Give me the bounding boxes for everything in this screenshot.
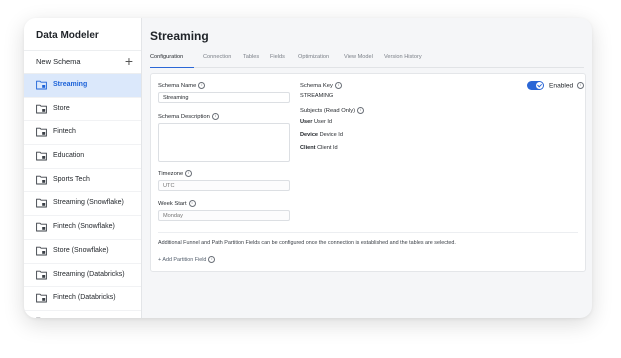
tab-tables[interactable]: Tables	[243, 54, 259, 60]
subject-value: Device Id	[319, 132, 343, 138]
tab-configuration[interactable]: Configuration	[150, 54, 183, 60]
sidebar-item-label: Streaming (Databricks)	[53, 270, 125, 278]
info-icon[interactable]: i	[357, 107, 365, 114]
enabled-toggle[interactable]	[527, 81, 544, 90]
schema-folder-icon	[36, 246, 47, 256]
schema-description-label: Schema Description i	[158, 113, 219, 120]
enabled-label: Enabled i	[549, 82, 585, 90]
data-modeler-window: Data Modeler New Schema + Streaming Store…	[24, 18, 592, 318]
schema-list: Streaming Store Fintech Education Sports Tec…	[24, 74, 141, 318]
sidebar-item[interactable]: Education	[24, 145, 141, 169]
info-icon[interactable]: i	[185, 170, 193, 177]
info-icon[interactable]: i	[211, 113, 219, 120]
info-icon[interactable]: i	[334, 82, 342, 89]
sidebar-item-label: Education	[53, 152, 85, 160]
schema-key-value: STREAMING	[300, 93, 334, 99]
subject-user: User User Id	[300, 119, 332, 125]
schema-name-label-text: Schema Name	[158, 83, 197, 90]
enabled-label-text: Enabled	[549, 82, 574, 90]
schema-folder-icon	[36, 222, 47, 232]
sidebar-item-label: Streaming (Snowflake)	[53, 199, 124, 207]
subject-name: User	[300, 119, 313, 125]
sidebar-item-label: Store	[53, 104, 70, 112]
main-content: Streaming Configuration Connection Table…	[142, 18, 592, 318]
tab-connection[interactable]: Connection	[203, 54, 231, 60]
new-schema-label: New Schema	[36, 57, 81, 66]
sidebar: Data Modeler New Schema + Streaming Store…	[24, 18, 142, 318]
schema-folder-icon	[36, 80, 47, 90]
schema-key-label: Schema Key i	[300, 82, 342, 89]
sidebar-item-label: Fintech	[53, 128, 76, 136]
schema-folder-icon	[36, 175, 47, 185]
sidebar-item[interactable]: Fintech (Databricks)	[24, 287, 141, 311]
sidebar-item-label: Streaming	[53, 81, 88, 88]
subject-name: Client	[300, 145, 316, 151]
schema-name-input[interactable]	[158, 92, 290, 103]
sidebar-item[interactable]: Streaming	[24, 74, 141, 98]
sidebar-item-label: Store (Snowflake)	[53, 246, 109, 254]
subject-client: Client Client Id	[300, 145, 338, 151]
timezone-input[interactable]	[158, 180, 290, 191]
subjects-label: Subjects (Read Only) i	[300, 107, 365, 115]
sidebar-item[interactable]: Store	[24, 98, 141, 122]
schema-description-label-text: Schema Description	[158, 114, 210, 121]
info-icon[interactable]: i	[208, 256, 216, 263]
schema-folder-icon	[36, 104, 47, 114]
subject-device: Device Device Id	[300, 132, 343, 138]
timezone-label: Timezone i	[158, 170, 193, 178]
partition-note: Additional Funnel and Path Partition Fie…	[158, 240, 456, 246]
new-schema-row[interactable]: New Schema +	[24, 50, 141, 74]
add-partition-field-label: + Add Partition Field	[158, 256, 207, 263]
subjects-label-text: Subjects (Read Only)	[300, 108, 356, 115]
week-start-input[interactable]	[158, 210, 290, 221]
schema-description-input[interactable]	[158, 123, 290, 162]
tab-version-history[interactable]: Version History	[384, 54, 422, 60]
info-icon[interactable]: i	[188, 200, 196, 207]
tab-fields[interactable]: Fields	[270, 54, 285, 60]
sidebar-item[interactable]: Sports Tech	[24, 169, 141, 193]
subject-value: User Id	[314, 119, 333, 125]
sidebar-item-label: Fintech (Databricks)	[53, 294, 116, 302]
schema-name-label: Schema Name i	[158, 82, 206, 90]
schema-key-label-text: Schema Key	[300, 83, 333, 90]
schema-folder-icon	[36, 317, 41, 318]
timezone-label-text: Timezone	[158, 171, 184, 178]
schema-folder-icon	[36, 128, 47, 137]
schema-folder-icon	[36, 270, 47, 279]
active-tab-indicator	[150, 66, 194, 68]
add-partition-field-link[interactable]: + Add Partition Field i	[158, 256, 216, 263]
sidebar-item-label: Sports Tech	[53, 175, 90, 183]
sidebar-item-label: Fintech (Snowflake)	[53, 223, 115, 231]
sidebar-item[interactable]: Store (Databricks)	[24, 311, 141, 318]
tab-optimization[interactable]: Optimization	[298, 54, 329, 60]
info-icon[interactable]: i	[198, 82, 206, 89]
schema-folder-icon	[36, 199, 47, 208]
sidebar-title: Data Modeler	[36, 30, 99, 41]
sidebar-item[interactable]: Store (Snowflake)	[24, 240, 141, 264]
week-start-label: Week Start i	[158, 200, 196, 207]
configuration-panel: Schema Namei Schema Descriptioni Timezon…	[150, 73, 586, 272]
page-title: Streaming	[150, 29, 209, 43]
info-icon[interactable]: i	[577, 82, 585, 89]
tab-bar: Configuration Connection Tables Fields O…	[150, 53, 584, 68]
sidebar-item[interactable]: Streaming (Snowflake)	[24, 192, 141, 217]
divider	[158, 232, 578, 233]
toggle-check-icon	[536, 82, 543, 89]
sidebar-item[interactable]: Fintech	[24, 121, 141, 146]
subject-value: Client Id	[317, 145, 338, 151]
sidebar-item[interactable]: Fintech (Snowflake)	[24, 216, 141, 240]
sidebar-item[interactable]: Streaming (Databricks)	[24, 264, 141, 288]
schema-folder-icon	[36, 151, 47, 161]
schema-folder-icon	[36, 293, 47, 303]
subject-name: Device	[300, 132, 319, 138]
week-start-label-text: Week Start	[158, 201, 187, 208]
add-schema-icon[interactable]: +	[125, 52, 133, 70]
tab-view-model[interactable]: View Model	[344, 54, 373, 60]
